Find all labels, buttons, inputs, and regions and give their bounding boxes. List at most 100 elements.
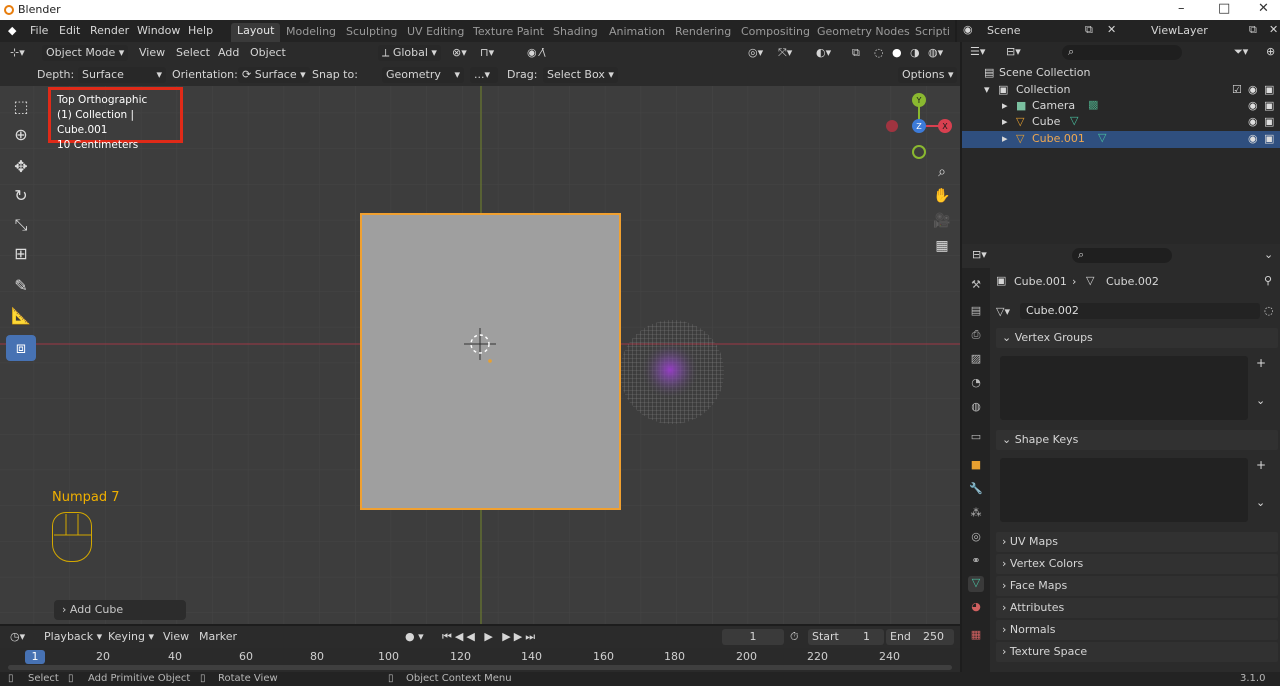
texture-tab-icon[interactable]: ▦ [968, 628, 984, 644]
scale-tool-icon[interactable]: ⤡ [6, 212, 36, 238]
add-vertex-group-icon[interactable]: + [1256, 356, 1266, 370]
timeline-scrollbar[interactable] [8, 665, 952, 670]
frame-indicator[interactable]: 1 [25, 650, 45, 664]
shading-solid-icon[interactable]: ● [892, 46, 902, 59]
editor-type-icon[interactable]: ⊹▾ [10, 46, 25, 59]
stopwatch-icon[interactable]: ⏱ [790, 630, 799, 644]
expand-arrow-icon[interactable]: ▸ [1002, 115, 1008, 128]
menu-render[interactable]: Render [90, 24, 129, 37]
new-scene-icon[interactable]: ⧉ [1085, 23, 1093, 37]
fake-user-icon[interactable]: ◌ [1264, 304, 1274, 317]
maximize-icon[interactable]: □ [1218, 1, 1230, 16]
mesh-datablock-field[interactable]: Cube.002 [1020, 303, 1260, 319]
timeline-editor-icon[interactable]: ◷▾ [10, 630, 25, 643]
gizmo-toggle-icon[interactable]: ⤧▾ [778, 46, 792, 60]
timeline-view-menu[interactable]: View [163, 630, 189, 643]
camera-render-icon[interactable]: ▣ [1264, 83, 1274, 96]
overlay-icon[interactable]: ◐▾ [816, 46, 831, 59]
outliner-editor-icon[interactable]: ☰▾ [970, 45, 985, 58]
panel-texture-space[interactable]: › Texture Space [996, 642, 1278, 662]
expand-arrow-icon[interactable]: ▸ [1002, 132, 1008, 145]
delete-scene-icon[interactable]: ✕ [1107, 23, 1116, 36]
playback-menu[interactable]: Playback ▾ [44, 630, 102, 643]
xray-icon[interactable]: ⧉ [852, 46, 860, 60]
outliner-row-camera[interactable]: ▸ ■ Camera ▩ ◉ ▣ [962, 98, 1280, 115]
modifier-tab-icon[interactable]: 🔧 [968, 482, 984, 498]
tab-texture-paint[interactable]: Texture Paint [473, 25, 544, 38]
move-tool-icon[interactable]: ✥ [6, 154, 36, 180]
object-tab-icon[interactable]: ■ [968, 458, 984, 474]
end-frame-field[interactable]: End 250 [886, 629, 954, 645]
camera-view-icon[interactable]: 🎥 [932, 213, 952, 233]
output-tab-icon[interactable]: ⎙ [968, 328, 984, 344]
auto-key-icon[interactable]: ● ▾ [405, 630, 424, 643]
scene-tab-icon[interactable]: ◔ [968, 376, 984, 392]
view-layer-tab-icon[interactable]: ▨ [968, 352, 984, 368]
tab-modeling[interactable]: Modeling [286, 25, 336, 38]
material-tab-icon[interactable]: ◕ [968, 600, 984, 616]
menu-edit[interactable]: Edit [59, 24, 80, 37]
add-cube-tool-icon[interactable]: ⧈ [6, 335, 36, 361]
tab-animation[interactable]: Animation [609, 25, 665, 38]
panel-normals[interactable]: › Normals [996, 620, 1278, 640]
filter-icon[interactable]: ⏷▾ [1234, 45, 1248, 59]
blender-menu-icon[interactable]: ◆ [8, 24, 16, 37]
tab-layout[interactable]: Layout [231, 23, 281, 42]
visibility-icon[interactable]: ◎▾ [748, 46, 763, 59]
measure-tool-icon[interactable]: 📐 [6, 303, 36, 329]
proportional-edit-icon[interactable]: ◉ ⁄\ [527, 46, 546, 59]
tab-uv-editing[interactable]: UV Editing [407, 25, 464, 38]
outliner-row-collection[interactable]: ▾ ▣ Collection ☑ ◉ ▣ [962, 82, 1280, 99]
collection-tab-icon[interactable]: ▭ [968, 430, 984, 446]
tab-geometry-nodes[interactable]: Geometry Nodes [817, 25, 910, 38]
vertex-group-specials-icon[interactable]: ⌄ [1256, 394, 1265, 407]
menu-window[interactable]: Window [137, 24, 180, 37]
panel-uv-maps[interactable]: › UV Maps [996, 532, 1278, 552]
panel-shape-keys[interactable]: ⌄ Shape Keys [996, 430, 1278, 450]
render-tab-icon[interactable]: ▤ [968, 304, 984, 320]
new-collection-icon[interactable]: ⊕ [1266, 45, 1275, 58]
tab-compositing[interactable]: Compositing [741, 25, 810, 38]
shape-keys-list[interactable] [1000, 458, 1248, 522]
snap-icon[interactable]: ⊓▾ [480, 46, 494, 59]
physics-tab-icon[interactable]: ◎ [968, 530, 984, 546]
panel-attributes[interactable]: › Attributes [996, 598, 1278, 618]
object-menu[interactable]: Object [250, 46, 286, 59]
outliner-row-cube-001[interactable]: ▸ ▽ Cube.001 ▽ ◉ ▣ [962, 131, 1280, 148]
pan-hand-icon[interactable]: ✋ [932, 188, 952, 208]
add-menu[interactable]: Add [218, 46, 239, 59]
tab-sculpting[interactable]: Sculpting [346, 25, 397, 38]
shading-wireframe-icon[interactable]: ◌ [874, 46, 884, 59]
panel-face-maps[interactable]: › Face Maps [996, 576, 1278, 596]
options-dropdown[interactable]: Options ▾ [898, 67, 958, 83]
eye-icon[interactable]: ◉ [1248, 132, 1258, 145]
camera-render-icon[interactable]: ▣ [1264, 132, 1274, 145]
expand-arrow-icon[interactable]: ▸ [1002, 99, 1008, 112]
select-box-tool-icon[interactable]: ⬚ [6, 94, 36, 120]
current-frame-field[interactable]: 1 [722, 629, 784, 645]
data-tab-icon[interactable]: ▽ [968, 576, 984, 592]
last-operator-panel[interactable]: › Add Cube [54, 600, 186, 620]
panel-vertex-groups[interactable]: ⌄ Vertex Groups [996, 328, 1278, 348]
menu-file[interactable]: File [30, 24, 48, 37]
annotate-tool-icon[interactable]: ✎ [6, 273, 36, 299]
snap-to-dropdown[interactable]: Geometry ▾ [382, 67, 464, 83]
camera-render-icon[interactable]: ▣ [1264, 115, 1274, 128]
camera-render-icon[interactable]: ▣ [1264, 99, 1274, 112]
timeline-ruler[interactable]: 1 20 40 60 80 100 120 140 160 180 200 22… [0, 648, 960, 672]
world-tab-icon[interactable]: ◍ [968, 400, 984, 416]
minimize-icon[interactable]: – [1178, 1, 1185, 16]
close-icon[interactable]: ✕ [1258, 1, 1269, 16]
expand-arrow-icon[interactable]: ▾ [984, 83, 990, 96]
tab-shading[interactable]: Shading [553, 25, 598, 38]
eye-icon[interactable]: ◉ [1248, 99, 1258, 112]
zoom-icon[interactable]: ⌕ [932, 164, 952, 184]
constraints-tab-icon[interactable]: ⚭ [968, 554, 984, 570]
checkbox-icon[interactable]: ☑ [1232, 83, 1242, 96]
tab-rendering[interactable]: Rendering [675, 25, 731, 38]
depth-dropdown[interactable]: Surface ▾ [78, 67, 166, 83]
tool-tab-icon[interactable]: ⚒ [968, 278, 984, 294]
add-shape-key-icon[interactable]: + [1256, 458, 1266, 472]
orientation-dropdown[interactable]: ⟳ Surface ▾ [238, 67, 310, 83]
playback-controls[interactable]: ⏮◀◀ ▶ ▶▶⏭ [442, 630, 538, 644]
